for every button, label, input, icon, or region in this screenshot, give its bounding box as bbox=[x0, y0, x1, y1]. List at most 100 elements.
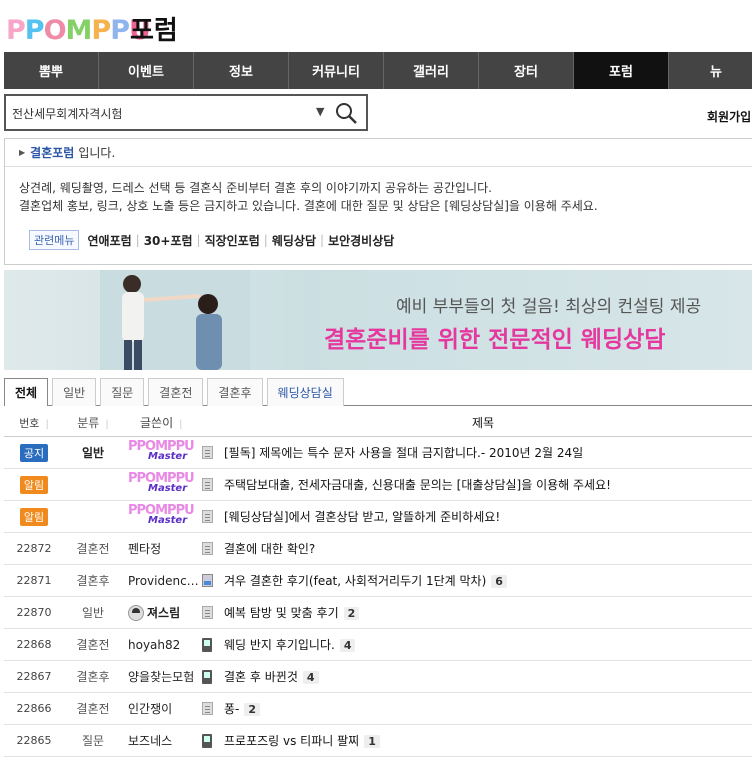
row-title-link[interactable]: 웨딩 반지 후기입니다. bbox=[224, 638, 335, 652]
row-number: 22867 bbox=[16, 670, 52, 683]
wedding-consult-banner[interactable]: 예비 부부들의 첫 걸음! 최상의 컨설팅 제공 결혼준비를 위한 전문적인 웨… bbox=[4, 270, 752, 370]
row-title-link[interactable]: 겨우 결혼한 후기(feat, 사회적거리두기 1단계 막차) bbox=[224, 574, 486, 588]
triangle-right-icon: ▶ bbox=[19, 148, 26, 157]
logo-letter: O bbox=[43, 15, 67, 46]
nav-item-gallery[interactable]: 갤러리 bbox=[384, 52, 479, 89]
row-category: 결혼전 bbox=[76, 542, 110, 556]
forum-name-suffix: 입니다. bbox=[78, 146, 116, 160]
row-title-link[interactable]: 결혼에 대한 확인? bbox=[224, 542, 315, 556]
table-row[interactable]: 알림 PPOMPPU Master [웨딩상담실]에서 결혼상담 받고, 알뜰하게… bbox=[4, 501, 752, 533]
document-icon bbox=[202, 606, 213, 619]
row-category: 질문 bbox=[81, 734, 105, 748]
nav-item-news[interactable]: 뉴 bbox=[669, 52, 752, 89]
banner-subtitle: 예비 부부들의 첫 걸음! 최상의 컨설팅 제공 bbox=[396, 297, 702, 317]
search-dropdown-arrow[interactable]: ▼ bbox=[316, 105, 324, 118]
table-row[interactable]: 22872 결혼전 펜타정 결혼에 대한 확인? bbox=[4, 533, 752, 565]
logo-letter: P bbox=[91, 15, 111, 46]
row-title-link[interactable]: 퐁- bbox=[224, 702, 239, 716]
main-nav: 뽐뿌 이벤트 정보 커뮤니티 갤러리 장터 포럼 뉴 bbox=[4, 52, 752, 89]
row-author[interactable]: 져스림 bbox=[122, 604, 202, 622]
tab-all[interactable]: 전체 bbox=[4, 378, 49, 406]
nav-item-community[interactable]: 커뮤니티 bbox=[289, 52, 384, 89]
row-author[interactable]: 보즈네스 bbox=[122, 732, 202, 749]
row-title-link[interactable]: 결혼 후 바뀐것 bbox=[224, 670, 298, 684]
table-row[interactable]: 22871 결혼후 Providenc… 겨우 결혼한 후기(feat, 사회적… bbox=[4, 565, 752, 597]
tab-after-wedding[interactable]: 결혼후 bbox=[207, 378, 263, 406]
comment-count[interactable]: 4 bbox=[302, 671, 319, 684]
row-author[interactable]: PPOMPPU Master bbox=[122, 472, 202, 497]
row-category: 결혼전 bbox=[76, 638, 110, 652]
notice-badge: 공지 bbox=[19, 443, 49, 462]
nav-item-market[interactable]: 장터 bbox=[479, 52, 574, 89]
row-author[interactable]: PPOMPPU Master bbox=[122, 504, 202, 529]
document-icon bbox=[202, 478, 213, 491]
related-link-30plus[interactable]: 30+포럼 bbox=[144, 232, 193, 249]
row-category: 일반 bbox=[81, 606, 105, 620]
table-row[interactable]: 22865 질문 보즈네스 프로포즈링 vs 티파니 팔찌 1 bbox=[4, 725, 752, 757]
nav-item-event[interactable]: 이벤트 bbox=[99, 52, 194, 89]
mobile-icon bbox=[202, 637, 212, 652]
row-title-link[interactable]: 예복 탐방 및 맞춤 후기 bbox=[224, 606, 339, 620]
row-title-link[interactable]: [웨딩상담실]에서 결혼상담 받고, 알뜰하게 준비하세요! bbox=[224, 508, 752, 525]
logo-letter: M bbox=[65, 15, 93, 46]
tab-question[interactable]: 질문 bbox=[100, 378, 145, 406]
row-category: 일반 bbox=[81, 446, 105, 460]
row-category: 결혼후 bbox=[76, 670, 110, 684]
related-link-dating[interactable]: 연애포럼 bbox=[87, 232, 131, 249]
divider: | bbox=[320, 233, 325, 247]
logo-letter: P bbox=[110, 15, 130, 46]
row-title-link[interactable]: 주택담보대출, 전세자금대출, 신용대출 문의는 [대출상담실]을 이용해 주세… bbox=[224, 476, 752, 493]
nav-item-info[interactable]: 정보 bbox=[194, 52, 289, 89]
table-row[interactable]: 22866 결혼전 인간쟁이 퐁- 2 bbox=[4, 693, 752, 725]
row-title-link[interactable]: [필독] 제목에는 특수 문자 사용을 절대 금지합니다.- 2010년 2월 … bbox=[224, 444, 752, 461]
table-row[interactable]: 알림 PPOMPPU Master 주택담보대출, 전세자금대출, 신용대출 문의… bbox=[4, 469, 752, 501]
table-row[interactable]: 공지 일반 PPOMPPU Master [필독] 제목에는 특수 문자 사용을 … bbox=[4, 437, 752, 469]
row-number: 22872 bbox=[16, 542, 52, 555]
post-table: 번호 | 분류 | 글쓴이 | 제목 공지 일반 PPOMPPU Master [필독]… bbox=[4, 409, 752, 757]
tab-general[interactable]: 일반 bbox=[52, 378, 97, 406]
header-author: 글쓴이 | bbox=[140, 416, 183, 430]
search-input[interactable] bbox=[12, 102, 302, 124]
row-author[interactable]: 양을찾는모험 bbox=[122, 668, 202, 685]
row-number: 22866 bbox=[16, 702, 52, 715]
comment-count[interactable]: 1 bbox=[364, 735, 380, 748]
comment-count[interactable]: 2 bbox=[343, 607, 360, 620]
signup-link[interactable]: 회원가입 bbox=[707, 108, 751, 125]
row-number: 22865 bbox=[16, 734, 52, 747]
related-link-office[interactable]: 직장인포럼 bbox=[205, 232, 260, 249]
table-row[interactable]: 22867 결혼후 양을찾는모험 결혼 후 바뀐것 4 bbox=[4, 661, 752, 693]
row-author[interactable]: Providenc… bbox=[122, 574, 202, 588]
row-author[interactable]: PPOMPPU Master bbox=[122, 440, 202, 465]
table-row[interactable]: 22868 결혼전 hoyah82 웨딩 반지 후기입니다. 4 bbox=[4, 629, 752, 661]
forum-desc-line: 상견례, 웨딩촬영, 드레스 선택 등 결혼식 준비부터 결혼 후의 이야기까지… bbox=[19, 181, 492, 195]
forum-info-header: ▶ 결혼포럼 입니다. bbox=[5, 139, 752, 167]
comment-count[interactable]: 6 bbox=[491, 575, 507, 588]
tab-before-wedding[interactable]: 결혼전 bbox=[148, 378, 204, 406]
document-icon bbox=[202, 542, 213, 555]
nav-item-ppomppu[interactable]: 뽐뿌 bbox=[4, 52, 99, 89]
row-author[interactable]: 인간쟁이 bbox=[122, 700, 202, 717]
comment-count[interactable]: 2 bbox=[244, 703, 261, 716]
row-author[interactable]: hoyah82 bbox=[122, 638, 202, 652]
related-link-security[interactable]: 보안경비상담 bbox=[328, 232, 394, 249]
search-icon[interactable] bbox=[334, 101, 358, 125]
related-link-wedding[interactable]: 웨딩상담 bbox=[272, 232, 316, 249]
logo-letter: P bbox=[6, 15, 26, 46]
row-title-link[interactable]: 프로포즈링 vs 티파니 팔찌 bbox=[224, 734, 359, 748]
nav-item-forum[interactable]: 포럼 bbox=[574, 52, 669, 89]
table-row[interactable]: 22870 일반 져스림 예복 탐방 및 맞춤 후기 2 bbox=[4, 597, 752, 629]
comment-count[interactable]: 4 bbox=[339, 639, 356, 652]
related-menu-label: 관련메뉴 bbox=[29, 230, 80, 250]
divider: | bbox=[196, 233, 201, 247]
tab-wedding-consult[interactable]: 웨딩상담실 bbox=[266, 378, 344, 406]
page-title[interactable]: 포럼 bbox=[130, 14, 178, 48]
couple-illustration bbox=[100, 270, 250, 370]
mobile-icon bbox=[202, 669, 212, 684]
alert-badge: 알림 bbox=[19, 507, 49, 526]
forum-name-link[interactable]: 결혼포럼 bbox=[30, 144, 74, 161]
ppomppu-logo[interactable]: PPOMPPU bbox=[6, 14, 151, 48]
document-icon bbox=[202, 702, 213, 715]
row-author[interactable]: 펜타정 bbox=[122, 540, 202, 557]
image-icon bbox=[202, 574, 213, 587]
forum-desc-line: 결혼업체 홍보, 링크, 상호 노출 등은 금지하고 있습니다. 결혼에 대한 … bbox=[19, 199, 598, 213]
